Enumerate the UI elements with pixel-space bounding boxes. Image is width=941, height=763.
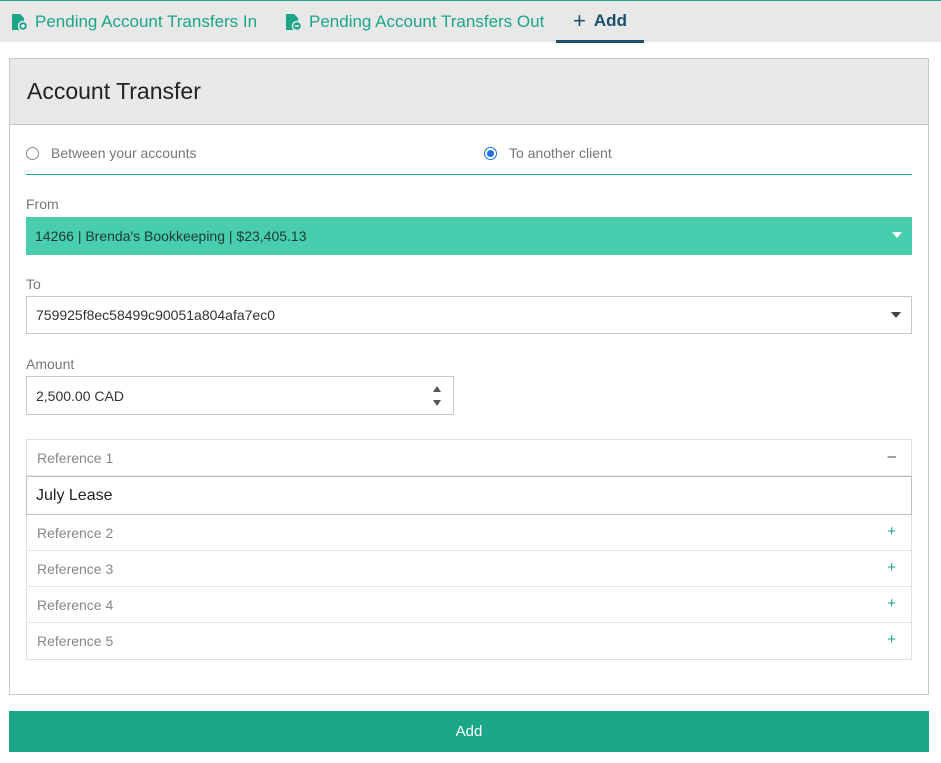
radio-label: To another client [509,145,612,161]
reference-4-header[interactable]: Reference 4 + [27,587,911,623]
amount-label: Amount [26,356,75,372]
reference-1-header[interactable]: Reference 1 – [27,440,911,476]
radio-circle-selected[interactable] [484,146,497,160]
reference-label: Reference 1 [37,449,114,466]
tab-label: Pending Account Transfers In [35,12,258,31]
tab-add[interactable]: + Add [556,1,644,43]
expand-icon[interactable]: + [887,631,896,648]
expand-icon[interactable]: + [887,523,896,540]
tab-label: Pending Account Transfers Out [309,12,545,31]
reference-2-header[interactable]: Reference 2 + [27,515,911,551]
from-account-select[interactable]: 14266 | Brenda's Bookkeeping | $23,405.1… [26,217,912,255]
reference-label: Reference 2 [37,524,114,541]
reference-1-value: July Lease [36,486,113,504]
document-out-icon [284,13,302,31]
reference-3-header[interactable]: Reference 3 + [27,551,911,587]
account-transfer-panel: Account Transfer Between your accounts T… [9,58,929,695]
amount-input[interactable]: 2,500.00 CAD [26,376,454,415]
expand-icon[interactable]: + [887,595,896,612]
reference-label: Reference 3 [37,560,114,577]
tab-bar: Pending Account Transfers In Pending Acc… [0,0,941,43]
stepper-down-icon[interactable] [433,400,441,406]
plus-icon: + [573,7,586,33]
caret-down-icon [892,232,902,238]
from-account-value: 14266 | Brenda's Bookkeeping | $23,405.1… [35,228,307,244]
from-label: From [26,196,59,212]
document-in-icon [10,13,28,31]
radio-label: Between your accounts [51,145,197,161]
tab-label: Add [593,10,627,30]
amount-value: 2,500.00 CAD [36,387,124,404]
reference-label: Reference 4 [37,596,114,613]
amount-stepper[interactable] [433,386,443,406]
collapse-icon[interactable]: – [888,448,896,465]
reference-1-input[interactable]: July Lease [26,476,912,515]
radio-another-client[interactable]: To another client [484,145,612,161]
tab-pending-transfers-in[interactable]: Pending Account Transfers In [10,1,257,43]
panel-header: Account Transfer [10,59,928,125]
reference-5-header[interactable]: Reference 5 + [27,623,911,659]
caret-down-icon [891,312,901,318]
radio-circle[interactable] [26,146,39,160]
expand-icon[interactable]: + [887,559,896,576]
to-account-select[interactable]: 759925f8ec58499c90051a804afa7ec0 [26,296,912,334]
to-account-value: 759925f8ec58499c90051a804afa7ec0 [36,307,276,323]
to-label: To [26,276,41,292]
radio-between-accounts[interactable]: Between your accounts [26,145,197,161]
add-button[interactable]: Add [9,711,929,752]
references-accordion: Reference 1 – July Lease Reference 2 + R… [26,439,912,660]
page-title: Account Transfer [27,78,201,104]
tab-pending-transfers-out[interactable]: Pending Account Transfers Out [284,1,544,43]
transfer-type-group: Between your accounts To another client [26,137,912,175]
reference-label: Reference 5 [37,633,114,649]
stepper-up-icon[interactable] [433,386,441,392]
